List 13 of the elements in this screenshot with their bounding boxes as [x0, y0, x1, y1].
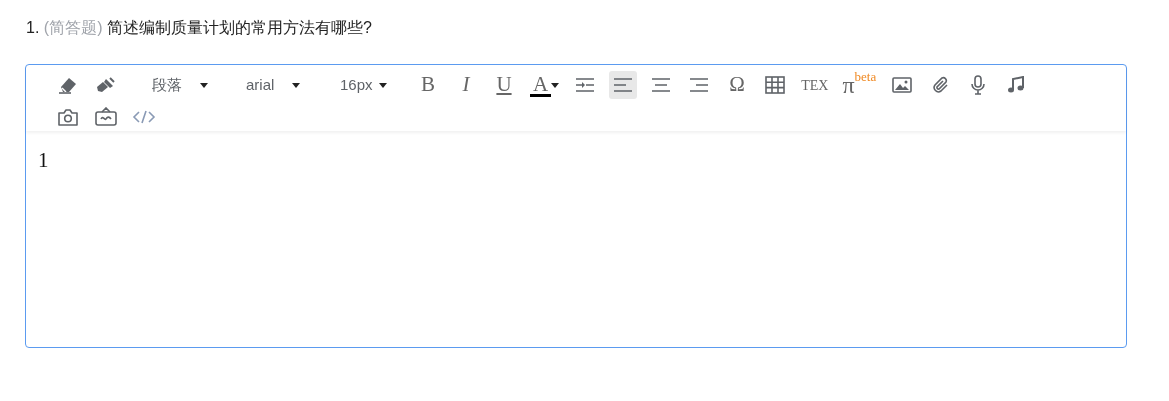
- dropdown[interactable]: arial: [236, 71, 320, 99]
- omega-button[interactable]: Ω: [723, 71, 752, 99]
- dropdown[interactable]: 16px: [330, 71, 404, 99]
- question-number: 1.: [26, 19, 40, 36]
- editor-text[interactable]: 1: [26, 131, 1126, 191]
- question-type: (简答题): [43, 19, 103, 36]
- italic-button[interactable]: I: [452, 71, 480, 99]
- bold-button[interactable]: B: [414, 71, 442, 99]
- question-text: 简述编制质量计划的常用方法有哪些?: [106, 19, 372, 36]
- tex-button[interactable]: TEX: [799, 71, 831, 99]
- dropdown[interactable]: 段落: [142, 71, 226, 99]
- font-color-button[interactable]: A: [528, 71, 562, 99]
- underline-button[interactable]: U: [490, 71, 518, 99]
